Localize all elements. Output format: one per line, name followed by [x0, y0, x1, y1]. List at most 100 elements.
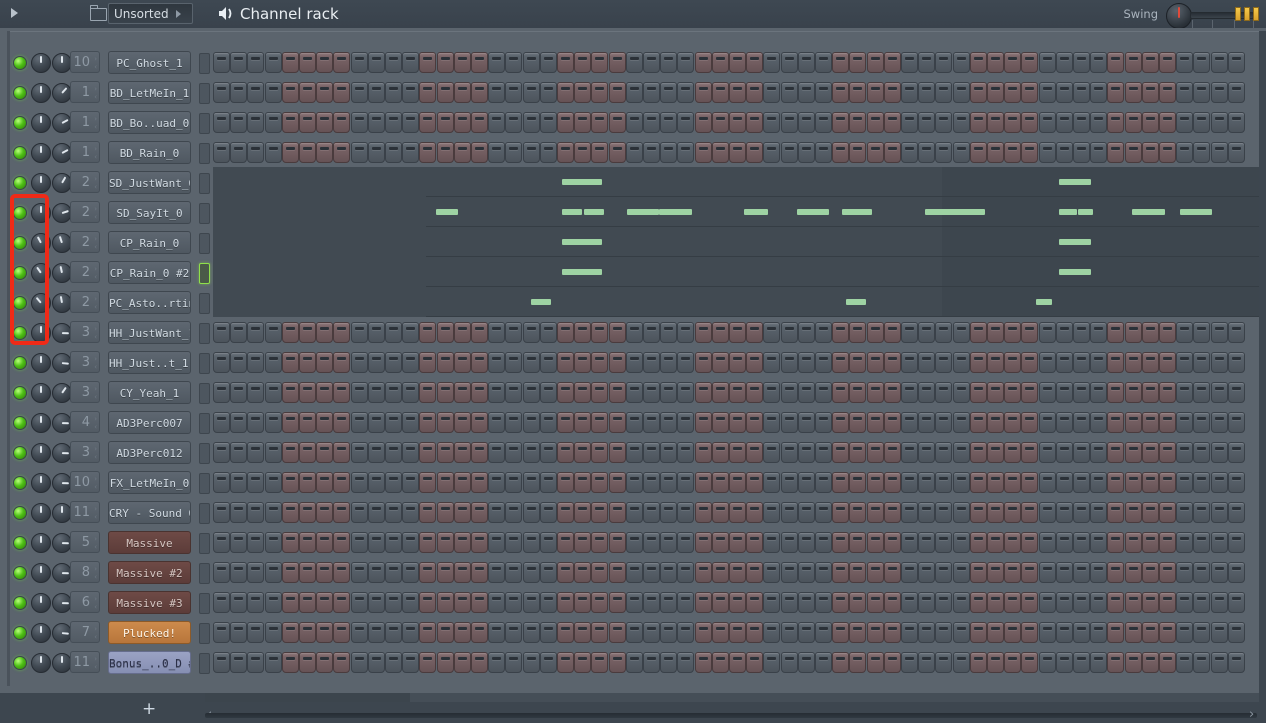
- step-button[interactable]: [265, 52, 282, 73]
- channel-number-box[interactable]: 8›‹: [70, 561, 100, 583]
- step-button[interactable]: [247, 52, 264, 73]
- step-button[interactable]: [540, 322, 557, 343]
- step-button[interactable]: [574, 112, 591, 133]
- channel-select-indicator[interactable]: [199, 503, 210, 524]
- step-button[interactable]: [540, 412, 557, 433]
- step-button[interactable]: [1056, 472, 1073, 493]
- step-button[interactable]: [213, 52, 230, 73]
- step-button[interactable]: [781, 52, 798, 73]
- step-button[interactable]: [935, 82, 952, 103]
- step-button[interactable]: [282, 442, 299, 463]
- step-button[interactable]: [1056, 532, 1073, 553]
- step-button[interactable]: [419, 532, 436, 553]
- step-button[interactable]: [626, 82, 643, 103]
- step-button[interactable]: [1107, 412, 1124, 433]
- stepper-arrows-icon[interactable]: ›‹: [91, 445, 97, 461]
- step-button[interactable]: [1159, 352, 1176, 373]
- step-button[interactable]: [609, 412, 626, 433]
- step-button[interactable]: [763, 382, 780, 403]
- step-button[interactable]: [712, 52, 729, 73]
- step-button[interactable]: [385, 412, 402, 433]
- step-button[interactable]: [867, 502, 884, 523]
- step-button[interactable]: [867, 112, 884, 133]
- step-button[interactable]: [299, 52, 316, 73]
- channel-select-indicator[interactable]: [199, 53, 210, 74]
- step-button[interactable]: [643, 622, 660, 643]
- step-button[interactable]: [901, 502, 918, 523]
- step-button[interactable]: [574, 592, 591, 613]
- volume-knob[interactable]: [52, 503, 72, 523]
- channel-select-indicator[interactable]: [199, 323, 210, 344]
- volume-knob[interactable]: [52, 53, 72, 73]
- step-button[interactable]: [540, 142, 557, 163]
- step-button[interactable]: [1090, 532, 1107, 553]
- step-button[interactable]: [265, 412, 282, 433]
- step-button[interactable]: [454, 322, 471, 343]
- step-button[interactable]: [1056, 322, 1073, 343]
- step-button[interactable]: [935, 442, 952, 463]
- step-button[interactable]: [1193, 82, 1210, 103]
- step-button[interactable]: [901, 382, 918, 403]
- step-button[interactable]: [781, 322, 798, 343]
- step-button[interactable]: [643, 442, 660, 463]
- step-button[interactable]: [333, 592, 350, 613]
- step-button[interactable]: [1021, 532, 1038, 553]
- channel-select-indicator[interactable]: [199, 413, 210, 434]
- step-button[interactable]: [746, 622, 763, 643]
- step-button[interactable]: [1193, 652, 1210, 673]
- step-button[interactable]: [1211, 142, 1228, 163]
- step-button[interactable]: [419, 502, 436, 523]
- step-button[interactable]: [918, 442, 935, 463]
- step-button[interactable]: [643, 82, 660, 103]
- step-button[interactable]: [609, 652, 626, 673]
- step-button[interactable]: [351, 322, 368, 343]
- step-button[interactable]: [832, 442, 849, 463]
- stepper-arrows-icon[interactable]: ›‹: [91, 205, 97, 221]
- step-button[interactable]: [265, 442, 282, 463]
- step-button[interactable]: [935, 532, 952, 553]
- step-button[interactable]: [935, 112, 952, 133]
- step-button[interactable]: [609, 382, 626, 403]
- step-button[interactable]: [1176, 112, 1193, 133]
- step-button[interactable]: [643, 52, 660, 73]
- step-button[interactable]: [1193, 442, 1210, 463]
- step-button[interactable]: [626, 112, 643, 133]
- step-button[interactable]: [1193, 112, 1210, 133]
- step-button[interactable]: [677, 382, 694, 403]
- step-button[interactable]: [901, 352, 918, 373]
- step-button[interactable]: [1211, 382, 1228, 403]
- step-button[interactable]: [540, 652, 557, 673]
- step-button[interactable]: [1211, 622, 1228, 643]
- step-button[interactable]: [1004, 352, 1021, 373]
- step-button[interactable]: [1159, 592, 1176, 613]
- pan-knob[interactable]: [31, 623, 51, 643]
- step-button[interactable]: [987, 52, 1004, 73]
- volume-knob[interactable]: [52, 533, 72, 553]
- step-button[interactable]: [523, 382, 540, 403]
- step-button[interactable]: [247, 562, 264, 583]
- step-button[interactable]: [1228, 142, 1245, 163]
- step-button[interactable]: [901, 592, 918, 613]
- step-button[interactable]: [574, 562, 591, 583]
- step-button[interactable]: [505, 412, 522, 433]
- step-button[interactable]: [316, 442, 333, 463]
- step-button[interactable]: [265, 382, 282, 403]
- channel-name-button[interactable]: FX_LetMeIn_0: [108, 471, 191, 494]
- step-button[interactable]: [935, 352, 952, 373]
- step-button[interactable]: [935, 382, 952, 403]
- step-button[interactable]: [419, 382, 436, 403]
- step-button[interactable]: [695, 472, 712, 493]
- step-button[interactable]: [1039, 652, 1056, 673]
- step-button[interactable]: [626, 532, 643, 553]
- step-button[interactable]: [935, 592, 952, 613]
- step-button[interactable]: [282, 412, 299, 433]
- step-button[interactable]: [523, 352, 540, 373]
- step-button[interactable]: [471, 562, 488, 583]
- step-button[interactable]: [935, 322, 952, 343]
- step-button[interactable]: [609, 592, 626, 613]
- step-button[interactable]: [316, 502, 333, 523]
- step-button[interactable]: [677, 82, 694, 103]
- volume-knob[interactable]: [52, 113, 72, 133]
- step-button[interactable]: [505, 142, 522, 163]
- step-button[interactable]: [609, 622, 626, 643]
